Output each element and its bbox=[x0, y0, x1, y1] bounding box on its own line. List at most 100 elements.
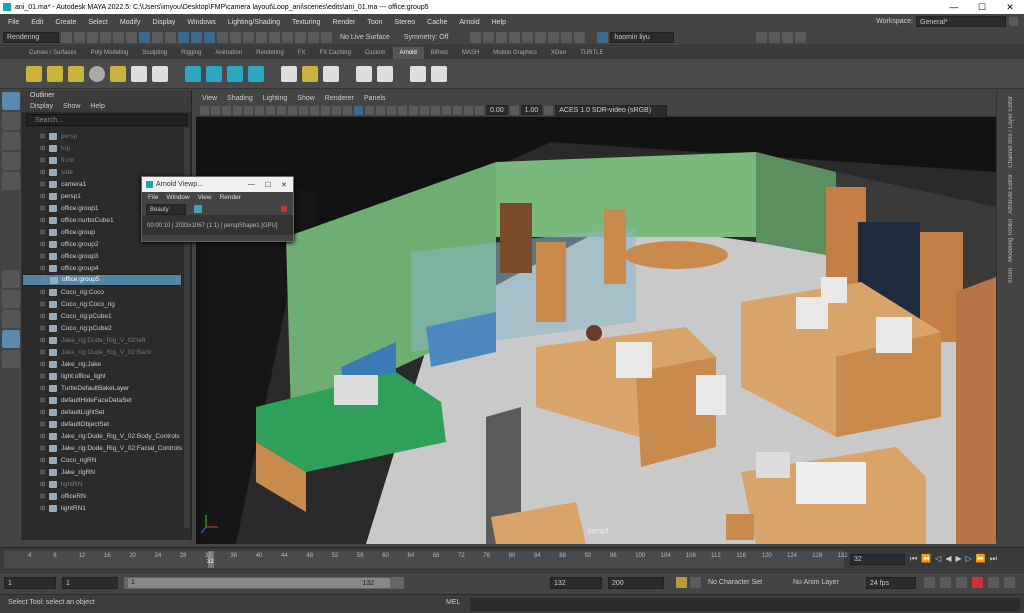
arnold-menu-render[interactable]: Render bbox=[220, 192, 241, 203]
shelf-tab-custom[interactable]: Custom bbox=[358, 47, 393, 59]
menu-toon[interactable]: Toon bbox=[361, 19, 388, 26]
expand-icon[interactable]: ⊞ bbox=[40, 372, 46, 380]
volume-icon[interactable] bbox=[248, 65, 264, 82]
ipr-render-icon[interactable] bbox=[483, 32, 495, 43]
shelf-tab-xgen[interactable]: XGen bbox=[544, 47, 573, 59]
film-gate-icon[interactable] bbox=[255, 105, 264, 115]
pause-render-icon[interactable] bbox=[561, 32, 573, 43]
shelf-tab-rigging[interactable]: Rigging bbox=[174, 47, 208, 59]
live-object-icon[interactable] bbox=[321, 32, 332, 43]
arnold-render-icon[interactable] bbox=[548, 32, 560, 43]
xray-joints-icon[interactable] bbox=[453, 105, 462, 115]
prefs-icon[interactable] bbox=[1004, 577, 1015, 588]
expand-icon[interactable]: ⊞ bbox=[40, 192, 46, 200]
mask-icon[interactable] bbox=[165, 32, 176, 43]
arnold-minimize-icon[interactable]: — bbox=[248, 181, 255, 189]
textured-icon[interactable] bbox=[354, 105, 363, 115]
menu-arnold[interactable]: Arnold bbox=[453, 19, 485, 26]
modeling-toolkit-tab[interactable]: Modeling Toolkit bbox=[1008, 219, 1014, 262]
snap-view-icon[interactable] bbox=[217, 32, 228, 43]
outliner-item[interactable]: ⊞ Jake_rig:Dude_Rig_V_02:Facial_Controls bbox=[22, 442, 182, 454]
expand-icon[interactable]: ⊞ bbox=[40, 492, 46, 500]
outliner-item[interactable]: ⊞ defaultObjectSet bbox=[22, 418, 182, 430]
stop-render-icon[interactable] bbox=[574, 32, 586, 43]
magnet-icon[interactable] bbox=[256, 32, 267, 43]
outliner-item[interactable]: ⊞ light:office_light bbox=[22, 370, 182, 382]
color-space-select[interactable]: ACES 1.0 SDR-video (sRGB) bbox=[555, 104, 668, 116]
shelf-tab-motion-graphics[interactable]: Motion Graphics bbox=[486, 47, 544, 59]
shadows-icon[interactable] bbox=[376, 105, 385, 115]
expand-icon[interactable]: ⊞ bbox=[40, 156, 46, 164]
arnold-render-toggle-icon[interactable] bbox=[194, 205, 202, 213]
camera-attrs-icon[interactable] bbox=[211, 105, 220, 115]
step-forward-key-icon[interactable]: ⏩ bbox=[976, 554, 986, 564]
outliner-item[interactable]: ⊞ Jake_rig:Jake bbox=[22, 358, 182, 370]
arnold-menu-window[interactable]: Window bbox=[166, 192, 189, 203]
snap-point-icon[interactable] bbox=[204, 32, 215, 43]
expand-icon[interactable]: ⊞ bbox=[40, 240, 46, 248]
shelf-tab-fx-caching[interactable]: FX Caching bbox=[312, 47, 357, 59]
construction-icon[interactable] bbox=[308, 32, 319, 43]
expand-icon[interactable]: ⊞ bbox=[40, 132, 46, 140]
character-set-select[interactable]: No Character Set bbox=[705, 577, 777, 589]
single-pane-icon[interactable] bbox=[2, 270, 20, 288]
area-light-icon[interactable] bbox=[26, 65, 42, 82]
expand-icon[interactable]: ⊞ bbox=[41, 275, 47, 285]
multisample-aa-icon[interactable] bbox=[409, 105, 418, 115]
render-setup-icon[interactable] bbox=[522, 32, 534, 43]
viewport-menu-view[interactable]: View bbox=[202, 93, 217, 104]
history-icon[interactable] bbox=[269, 32, 280, 43]
snap-surface-icon[interactable] bbox=[230, 32, 241, 43]
select-object-icon[interactable] bbox=[139, 32, 150, 43]
side-by-side-icon[interactable] bbox=[2, 310, 20, 328]
menu-file[interactable]: File bbox=[2, 19, 25, 26]
xray-components-icon[interactable] bbox=[464, 105, 473, 115]
lasso-tool-icon[interactable] bbox=[2, 112, 20, 130]
fps-select[interactable]: 24 fps bbox=[866, 577, 916, 589]
step-back-key-icon[interactable]: ⏪ bbox=[921, 554, 931, 564]
cache-icon[interactable] bbox=[972, 577, 983, 588]
playback-end-field[interactable]: 132 bbox=[550, 577, 602, 589]
step-forward-frame-icon[interactable]: ▷ bbox=[966, 554, 972, 564]
render-current-icon[interactable] bbox=[470, 32, 482, 43]
key-icon[interactable] bbox=[676, 577, 687, 588]
safe-title-icon[interactable] bbox=[310, 105, 319, 115]
procedural-icon[interactable] bbox=[227, 65, 243, 82]
gamma-icon[interactable] bbox=[509, 105, 519, 115]
expand-icon[interactable]: ⊞ bbox=[40, 168, 46, 176]
light-manager-icon[interactable] bbox=[410, 65, 426, 82]
expand-icon[interactable]: ⊞ bbox=[40, 252, 46, 260]
expand-icon[interactable]: ⊞ bbox=[40, 408, 46, 416]
outliner-item[interactable]: ⊞ TurtleDefaultBakeLayer bbox=[22, 382, 182, 394]
menu-display[interactable]: Display bbox=[146, 19, 181, 26]
shelf-tab-animation[interactable]: Animation bbox=[208, 47, 249, 59]
sound-icon[interactable] bbox=[940, 577, 951, 588]
color-management-icon[interactable] bbox=[544, 105, 554, 115]
expand-icon[interactable]: ⊞ bbox=[40, 144, 46, 152]
search-tool-icon[interactable] bbox=[2, 350, 20, 368]
new-scene-icon[interactable] bbox=[61, 32, 72, 43]
shelf-tab-sculpting[interactable]: Sculpting bbox=[135, 47, 174, 59]
save-scene-icon[interactable] bbox=[87, 32, 98, 43]
skydome-light-icon[interactable] bbox=[89, 65, 105, 82]
expand-icon[interactable]: ⊞ bbox=[40, 456, 46, 464]
channel-box-icon[interactable] bbox=[795, 32, 807, 43]
depth-of-field-icon[interactable] bbox=[420, 105, 429, 115]
menu-help[interactable]: Help bbox=[486, 19, 512, 26]
outliner-item[interactable]: ⊞ office:group5 bbox=[22, 274, 182, 286]
move-tool-icon[interactable] bbox=[2, 152, 20, 170]
render-view-icon[interactable] bbox=[356, 65, 372, 82]
ambient-occlusion-icon[interactable] bbox=[387, 105, 396, 115]
outliner-search-input[interactable]: Search... bbox=[26, 114, 187, 126]
arnold-close-icon[interactable]: ✕ bbox=[281, 181, 287, 189]
attribute-editor-tab[interactable]: Attribute Editor bbox=[1008, 174, 1014, 214]
workspace-select[interactable]: General* bbox=[916, 16, 1006, 27]
mesh-light-icon[interactable] bbox=[47, 65, 63, 82]
expand-icon[interactable]: ⊞ bbox=[40, 264, 46, 272]
render-settings-icon[interactable] bbox=[496, 32, 508, 43]
menu-render[interactable]: Render bbox=[326, 19, 361, 26]
menu-modify[interactable]: Modify bbox=[114, 19, 147, 26]
use-all-lights-icon[interactable] bbox=[365, 105, 374, 115]
expand-icon[interactable]: ⊞ bbox=[40, 384, 46, 392]
shelf-tab-bifrost[interactable]: Bifrost bbox=[424, 47, 455, 59]
